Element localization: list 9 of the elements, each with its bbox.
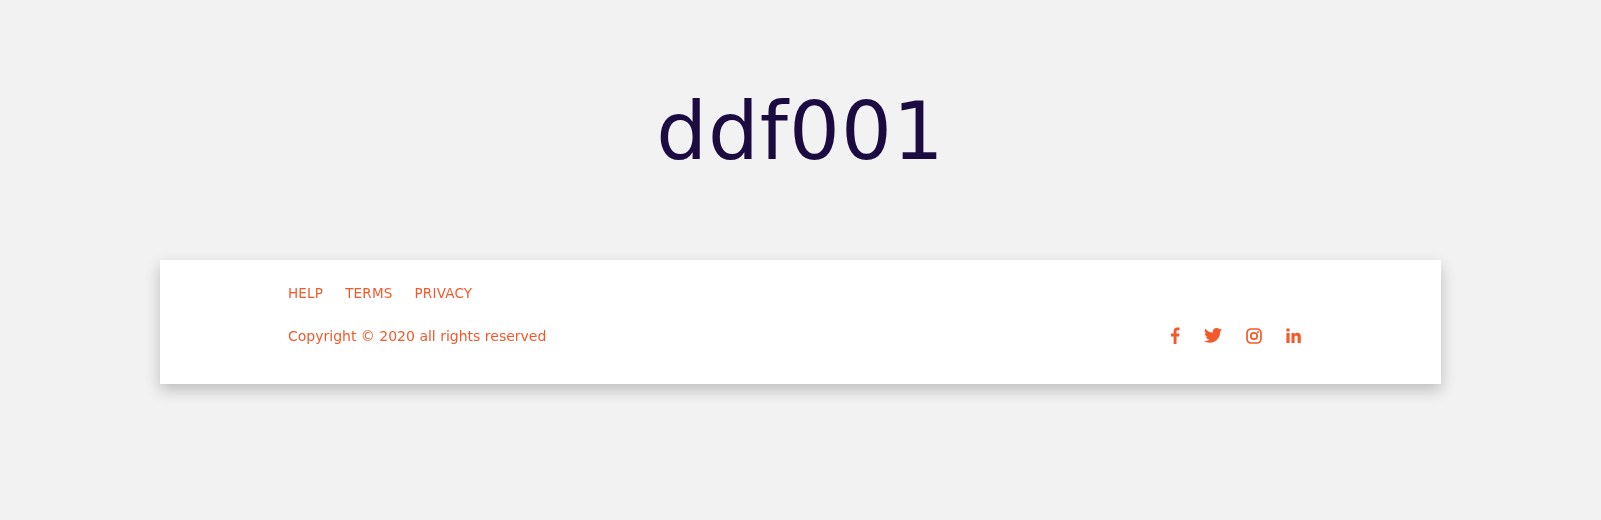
instagram-icon[interactable]	[1246, 327, 1262, 344]
footer-link[interactable]: HELP	[288, 285, 324, 301]
footer-link[interactable]: PRIVACY	[414, 285, 473, 301]
facebook-icon[interactable]	[1170, 327, 1180, 344]
linkedin-icon[interactable]	[1286, 328, 1301, 343]
copyright-text: Copyright © 2020 all rights reserved	[288, 327, 547, 344]
page-title: ddf001	[656, 92, 945, 168]
footer-link[interactable]: TERMS	[345, 285, 393, 301]
twitter-icon[interactable]	[1204, 328, 1222, 343]
